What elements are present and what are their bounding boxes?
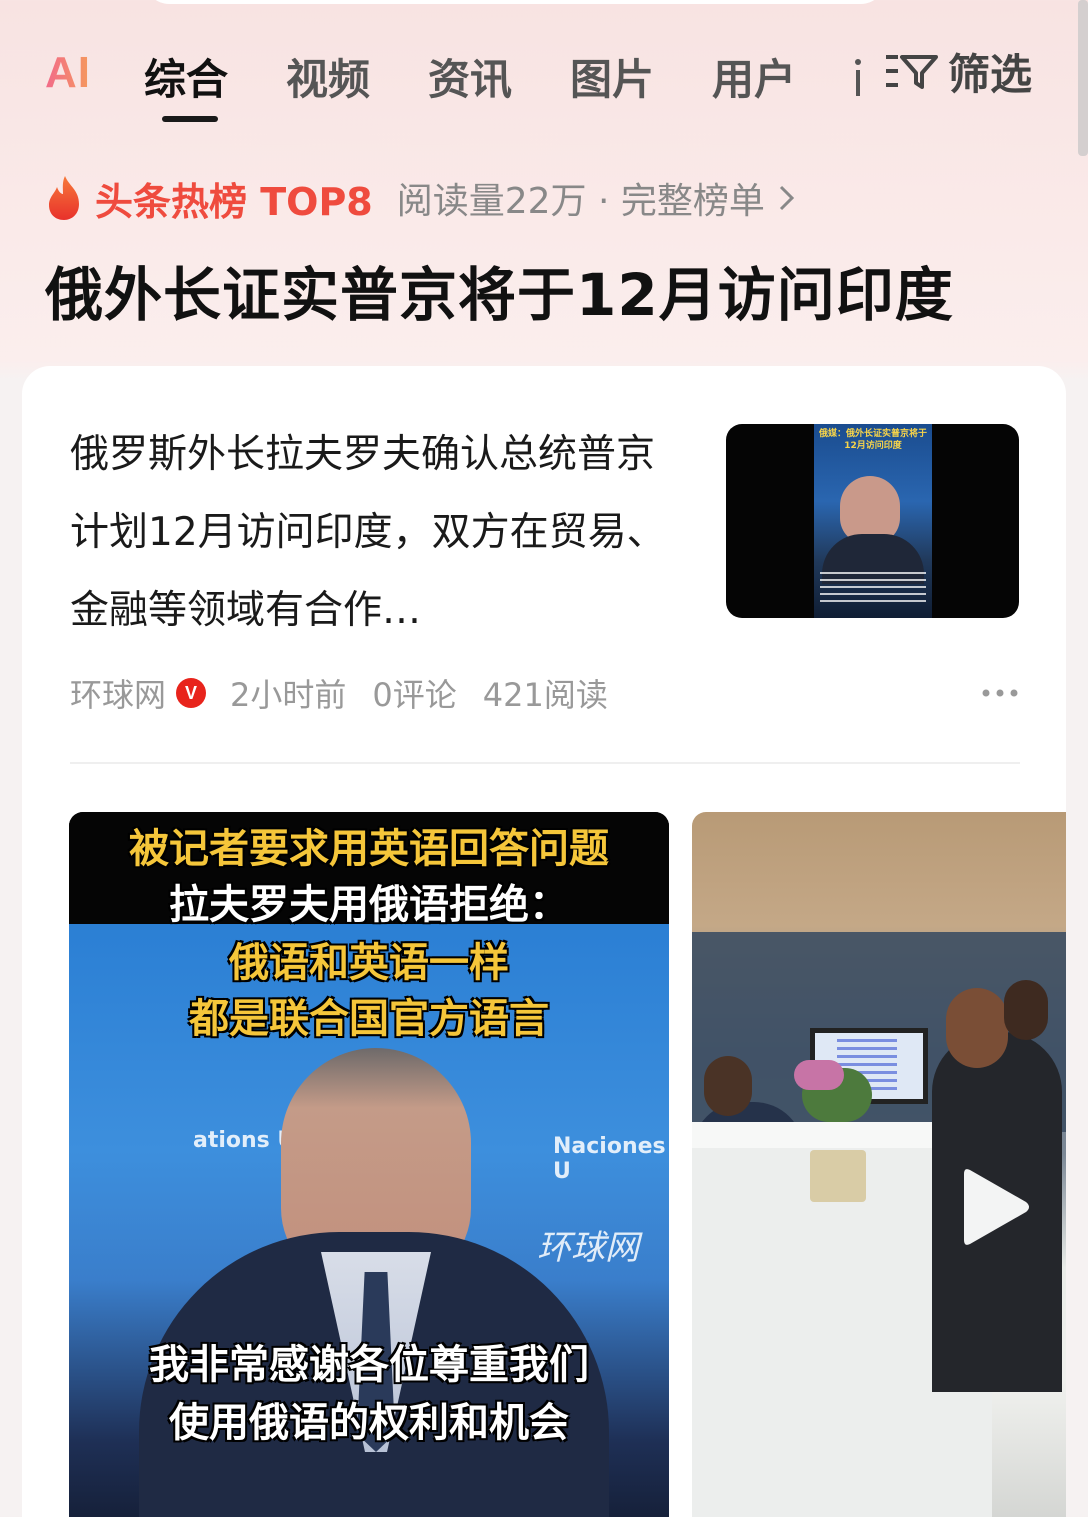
flame-icon: [49, 176, 79, 220]
thumbnail-image: 俄媒：俄外长证实普京将于12月访问印度: [814, 424, 932, 618]
article-meta: 环球网 V 2小时前 0评论 421阅读: [70, 668, 1020, 718]
watermark: 环球网: [537, 1228, 639, 1268]
active-tab-indicator: [162, 116, 218, 122]
tab-ai[interactable]: AI: [45, 48, 91, 98]
play-icon[interactable]: [960, 1164, 1032, 1250]
thumbnail-caption: 俄媒：俄外长证实普京将于12月访问印度: [818, 429, 927, 451]
orchid-flowers: [794, 1060, 844, 1090]
read-count: 421阅读: [482, 676, 608, 714]
page-title: 俄外长证实普京将于12月访问印度: [45, 261, 954, 329]
tab-comprehensive[interactable]: 综合: [144, 46, 228, 107]
caption-bottom-line1: 我非常感谢各位尊重我们: [149, 1342, 589, 1388]
tab-news[interactable]: 资讯: [428, 46, 512, 107]
caption-bottom-line2: 使用俄语的权利和机会: [169, 1400, 569, 1446]
person-background-head: [1004, 980, 1048, 1040]
publish-time: 2小时前: [230, 676, 347, 714]
hot-list-label: 头条热榜 TOP8: [95, 179, 373, 224]
un-backdrop-text-left: ations U: [193, 1128, 296, 1153]
tab-overflow-divider-icon: [855, 59, 861, 96]
caption-mid-line1: 俄语和英语一样: [229, 940, 509, 986]
source-name[interactable]: 环球网: [70, 670, 166, 716]
tab-users[interactable]: 用户: [712, 46, 796, 107]
chevron-right-icon: [779, 185, 795, 211]
hot-list-row[interactable]: 头条热榜 TOP8 阅读量22万 · 完整榜单: [45, 172, 797, 224]
filter-icon: [886, 55, 938, 89]
more-dots-icon[interactable]: [980, 678, 1020, 708]
person-seated-head: [704, 1056, 752, 1116]
hot-list-meta: 阅读量22万 · 完整榜单: [396, 181, 765, 222]
filter-label: 筛选: [948, 49, 1033, 99]
news-card[interactable]: 俄罗斯外长拉夫罗夫确认总统普京计划12月访问印度，双方在贸易、金融等领域有合作……: [22, 366, 1066, 1517]
verified-badge-icon: V: [176, 678, 207, 708]
search-bar-edge[interactable]: [145, 0, 885, 4]
caption-top-line1: 被记者要求用英语回答问题: [129, 826, 609, 872]
video-thumbnail-left[interactable]: ations U Naciones U 被记者要求用英语回答问题 拉夫罗夫用俄语…: [69, 812, 669, 1517]
caption-top-line2: 拉夫罗夫用俄语拒绝：: [169, 882, 569, 928]
video-thumbnail-right[interactable]: [692, 812, 1066, 1517]
category-tabs: AI 综合 视频 资讯 图片 用户 筛选: [0, 40, 1088, 122]
tab-video[interactable]: 视频: [286, 46, 370, 107]
divider: [70, 762, 1020, 764]
plant-pot: [810, 1150, 866, 1202]
thumbnail-subtitle-lines: [820, 572, 926, 602]
article-thumbnail[interactable]: 俄媒：俄外长证实普京将于12月访问印度: [726, 424, 1019, 618]
filter-button[interactable]: 筛选: [884, 46, 1032, 99]
person-standing-head: [946, 988, 1008, 1068]
caption-mid-line2: 都是联合国官方语言: [189, 996, 549, 1042]
comment-count: 0评论: [372, 676, 457, 714]
un-backdrop-text-right: Naciones U: [553, 1134, 666, 1184]
article-summary[interactable]: 俄罗斯外长拉夫罗夫确认总统普京计划12月访问印度，双方在贸易、金融等领域有合作…: [70, 416, 690, 650]
tab-images[interactable]: 图片: [570, 46, 654, 107]
